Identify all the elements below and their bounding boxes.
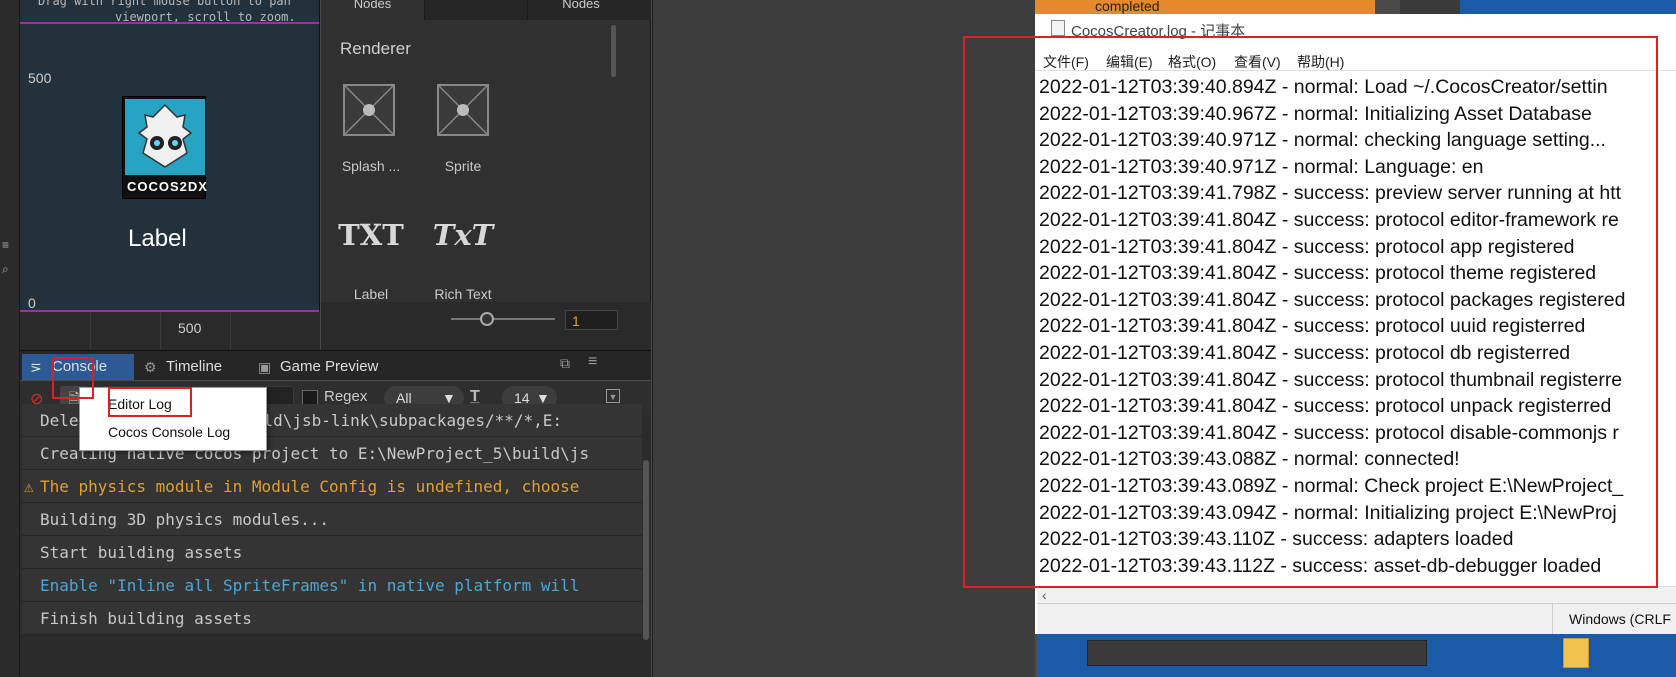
highlight-log-content bbox=[963, 36, 1658, 588]
highlight-editor-log bbox=[108, 387, 192, 417]
sprite-icon[interactable] bbox=[437, 84, 489, 136]
status-encoding: Windows (CRLF bbox=[1569, 611, 1671, 627]
ruler-gridline bbox=[160, 312, 161, 350]
scene-hint-line1: Drag with right mouse button to pan bbox=[38, 0, 291, 8]
scroll-left-icon[interactable]: ‹ bbox=[1042, 587, 1047, 603]
scene-bottom-ruler: 500 bbox=[20, 312, 320, 350]
log-row: Start building assets bbox=[22, 536, 642, 569]
ruler-gridline bbox=[90, 312, 91, 350]
log-text: The physics module in Module Config is u… bbox=[40, 477, 580, 496]
asset-label-sprite: Sprite bbox=[444, 158, 482, 174]
splash-icon[interactable] bbox=[343, 84, 395, 136]
left-toolbar-strip: ≡ ⌕ bbox=[0, 0, 20, 677]
highlight-open-log-button bbox=[52, 357, 94, 399]
axis-label-500-y: 500 bbox=[28, 70, 52, 86]
tab-nodes-2[interactable]: Nodes bbox=[529, 0, 633, 20]
asset-label-rich-text: Rich Text bbox=[434, 286, 492, 302]
desktop-background bbox=[1460, 0, 1676, 14]
log-row: Building 3D physics modules... bbox=[22, 503, 642, 536]
taskbar-strip bbox=[1400, 0, 1460, 14]
zoom-value-input[interactable]: 1 bbox=[565, 310, 618, 330]
log-row-info: Enable "Inline all SpriteFrames" in nati… bbox=[22, 569, 642, 602]
regex-label: Regex bbox=[324, 388, 368, 405]
tab-timeline[interactable]: ⚙ Timeline bbox=[136, 354, 256, 380]
folder-icon[interactable] bbox=[1563, 638, 1589, 668]
renderer-section-title: Renderer bbox=[340, 39, 411, 58]
rich-text-icon[interactable]: TxT bbox=[425, 218, 501, 252]
zoom-slider-thumb[interactable] bbox=[480, 312, 495, 326]
menu-item-cocos-console-log[interactable]: Cocos Console Log bbox=[108, 424, 230, 440]
notepad-statusbar: Windows (CRLF bbox=[1037, 603, 1676, 635]
scene-label-node[interactable]: Label bbox=[128, 225, 187, 253]
cocos-logo-text: COCOS2DX bbox=[127, 179, 208, 194]
cocos-logo-art bbox=[125, 99, 205, 175]
tab-nodes-1[interactable]: Nodes bbox=[321, 0, 425, 20]
build-progress-bar: completed bbox=[1035, 0, 1375, 14]
asset-label-splash: Splash ... bbox=[341, 158, 401, 174]
warning-icon: ⚠ bbox=[24, 477, 34, 496]
popout-icon[interactable]: ⧉ bbox=[560, 355, 570, 372]
game-preview-icon: ▣ bbox=[258, 359, 272, 375]
zoom-slider-track[interactable] bbox=[451, 318, 555, 320]
tab-game-preview-label: Game Preview bbox=[280, 358, 379, 375]
log-text: Dele bbox=[40, 411, 79, 430]
notepad-horizontal-scrollbar[interactable]: ‹ bbox=[1037, 586, 1676, 603]
console-icon: ⋝ bbox=[30, 359, 42, 375]
menu-icon[interactable]: ≡ bbox=[2, 238, 16, 252]
collapse-icon[interactable]: ▼ bbox=[606, 389, 620, 403]
timeline-icon: ⚙ bbox=[144, 359, 157, 375]
panel-menu-icon[interactable]: ≡ bbox=[588, 353, 597, 371]
scene-top-border-line bbox=[20, 22, 319, 24]
cocos-logo[interactable]: COCOS2DX bbox=[122, 96, 208, 199]
log-row-warning: ⚠ The physics module in Module Config is… bbox=[22, 470, 642, 503]
axis-label-500-x: 500 bbox=[178, 320, 202, 336]
panel-scrollbar[interactable] bbox=[611, 25, 616, 77]
node-library-panel: Nodes Nodes Renderer Splash ... Sprite T… bbox=[321, 0, 651, 350]
txt-icon[interactable]: TXT bbox=[333, 218, 409, 252]
splash-glyph bbox=[344, 85, 394, 135]
search-icon[interactable]: ⌕ bbox=[2, 262, 16, 276]
console-scrollbar[interactable] bbox=[643, 460, 649, 640]
desktop-area-right bbox=[1483, 634, 1676, 677]
scene-viewport[interactable]: Drag with right mouse button to pan view… bbox=[20, 0, 320, 350]
desktop-background-lower bbox=[1037, 634, 1483, 677]
status-divider bbox=[1552, 604, 1553, 635]
log-row: Finish building assets bbox=[22, 602, 642, 635]
sprite-glyph bbox=[438, 85, 488, 135]
notepad-icon bbox=[1051, 20, 1065, 36]
ruler-gridline bbox=[230, 312, 231, 350]
tab-timeline-label: Timeline bbox=[166, 358, 223, 375]
tab-game-preview[interactable]: ▣ Game Preview bbox=[250, 354, 390, 380]
axis-label-0: 0 bbox=[28, 295, 36, 311]
tab-blank[interactable] bbox=[426, 0, 528, 20]
node-library-tabs: Nodes Nodes bbox=[321, 0, 651, 20]
asset-label-label: Label bbox=[353, 286, 389, 302]
zoom-bar: 1 bbox=[321, 302, 651, 350]
taskbar-item[interactable] bbox=[1087, 640, 1427, 666]
